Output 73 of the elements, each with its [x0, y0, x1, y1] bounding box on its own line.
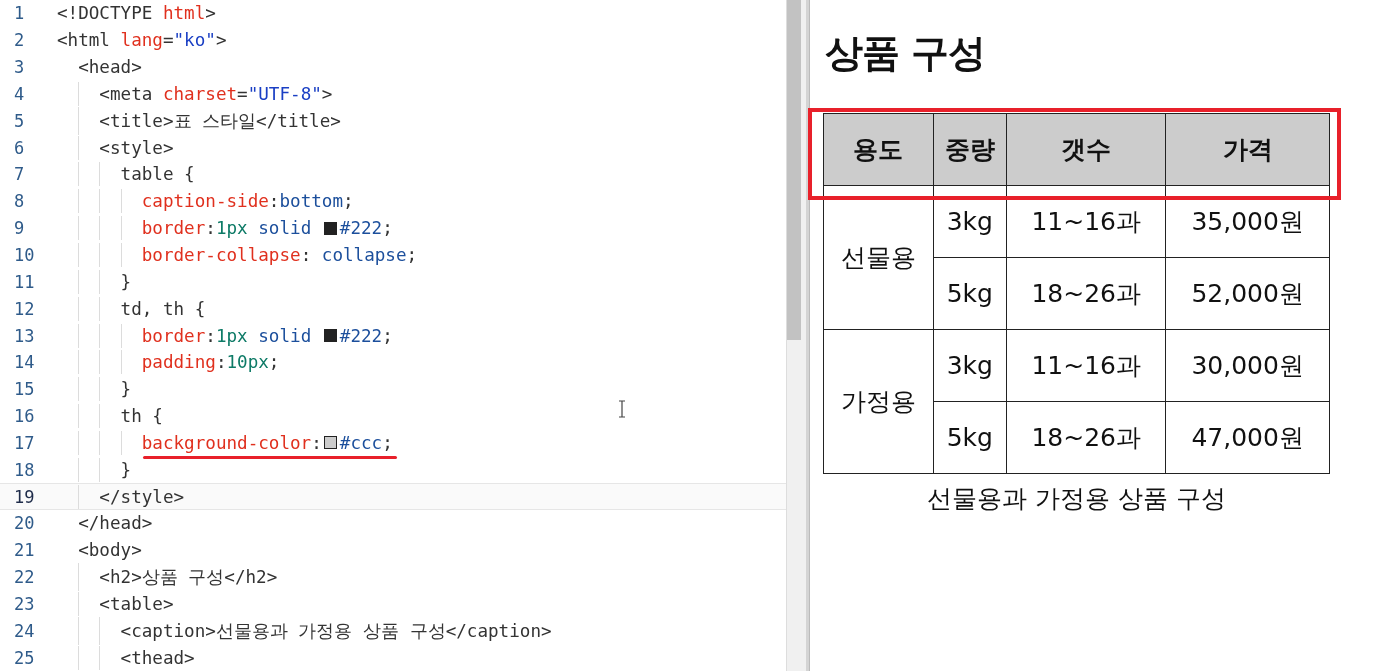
code-text: <title>표 스타일</title>	[57, 108, 341, 133]
table-cell: 3kg	[933, 185, 1007, 258]
line-number: 23	[13, 594, 36, 614]
line-number: 3	[13, 57, 26, 78]
line-number: 21	[13, 540, 36, 561]
table-cell: 5kg	[933, 257, 1007, 330]
line-number: 19	[13, 486, 36, 507]
code-text: <body>	[77, 540, 142, 561]
line-number: 12	[13, 298, 36, 319]
code-text: border-collapse: collapse;	[57, 245, 418, 265]
code-text: </style>	[57, 486, 185, 507]
line-number: 16	[13, 406, 36, 427]
table-cell: 5kg	[933, 401, 1007, 474]
code-text: background-color: #ccc;	[57, 432, 393, 453]
code-text: <thead>	[57, 647, 195, 668]
code-text: }	[57, 379, 132, 400]
table-cell: 3kg	[933, 329, 1007, 402]
code-text: border:1px solid #222;	[57, 218, 393, 239]
line-number: 9	[13, 218, 26, 239]
table-cell: 47,000원	[1165, 401, 1330, 474]
code-text: <caption>선물용과 가정용 상품 구성</caption>	[57, 618, 552, 643]
line-number: 1	[13, 3, 26, 24]
table-caption: 선물용과 가정용 상품 구성	[926, 483, 1227, 515]
table-cell: 가정용	[823, 329, 934, 474]
code-text: }	[57, 271, 132, 292]
header-cell: 용도	[823, 113, 934, 186]
code-text: <head>	[77, 57, 142, 78]
page-heading: 상품 구성	[825, 30, 987, 77]
header-cell: 갯수	[1006, 113, 1166, 186]
header-cell: 중량	[933, 113, 1007, 186]
line-number: 11	[13, 271, 36, 292]
line-number: 22	[13, 567, 36, 588]
code-text: <meta charset="UTF-8">	[57, 83, 333, 104]
code-text: <table>	[57, 594, 174, 614]
code-text: table {	[57, 164, 195, 185]
code-text: td, th {	[57, 298, 206, 319]
line-number: 20	[13, 513, 36, 534]
code-text: </head>	[77, 513, 153, 534]
code-text: th {	[57, 406, 163, 427]
line-number: 25	[13, 647, 36, 668]
code-text: <h2>상품 구성</h2>	[57, 565, 278, 590]
table-cell: 52,000원	[1165, 257, 1330, 330]
table-cell: 18~26과	[1006, 257, 1166, 330]
code-text: }	[57, 459, 132, 480]
line-number: 5	[13, 110, 26, 131]
code-text: padding:10px;	[57, 352, 280, 373]
line-number: 7	[13, 164, 26, 185]
line-number: 10	[13, 245, 36, 265]
scrollbar[interactable]	[786, 0, 806, 671]
line-number: 6	[13, 137, 26, 158]
table-cell: 30,000원	[1165, 329, 1330, 402]
line-number: 14	[13, 352, 36, 373]
table-cell: 선물용	[823, 185, 934, 330]
line-number: 17	[13, 432, 36, 453]
line-number: 2	[13, 30, 26, 51]
code-text: <html lang="ko">	[57, 30, 227, 51]
line-number: 4	[13, 83, 26, 104]
line-number: 8	[13, 191, 26, 212]
line-number: 15	[13, 379, 36, 400]
table-cell: 35,000원	[1165, 185, 1330, 258]
scrollbar-thumb[interactable]	[787, 0, 801, 340]
code-text: caption-side:bottom;	[57, 191, 354, 212]
line-number: 13	[13, 325, 36, 346]
header-cell: 가격	[1165, 113, 1330, 186]
line-number: 18	[13, 459, 36, 480]
table-cell: 11~16과	[1006, 329, 1166, 402]
code-text: <style>	[57, 137, 174, 158]
table-cell: 11~16과	[1006, 185, 1166, 258]
line-number: 24	[13, 620, 36, 641]
text-cursor-icon	[618, 400, 626, 418]
code-text: border:1px solid #222;	[57, 325, 393, 346]
code-text: <!DOCTYPE html>	[57, 3, 216, 24]
table-cell: 18~26과	[1006, 401, 1166, 474]
